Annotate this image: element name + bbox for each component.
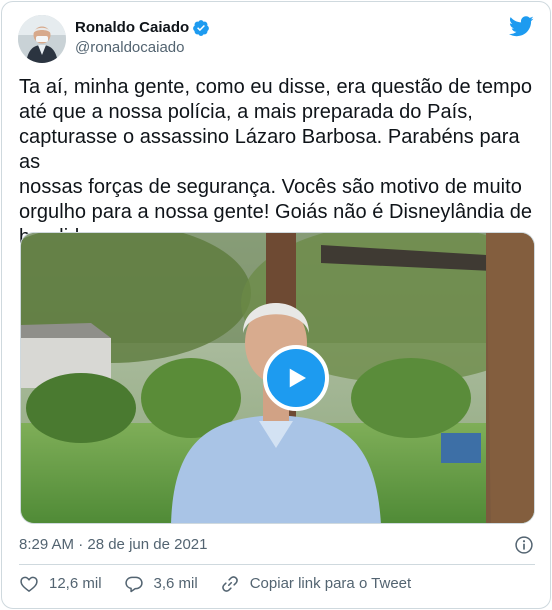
display-name[interactable]: Ronaldo Caiado — [75, 18, 189, 38]
tweet-text: Ta aí, minha gente, como eu disse, era q… — [19, 76, 533, 248]
divider — [19, 564, 535, 565]
tweet-timestamp[interactable]: 8:29 AM · 28 de jun de 2021 — [19, 535, 207, 555]
user-names: Ronaldo Caiado @ronaldocaiado — [75, 18, 210, 58]
user-handle[interactable]: @ronaldocaiado — [75, 38, 210, 58]
reply-icon — [124, 576, 143, 593]
verified-badge-icon — [193, 20, 210, 36]
like-button[interactable]: 12,6 mil — [19, 573, 102, 595]
play-button[interactable] — [263, 345, 329, 411]
action-bar: 12,6 mil 3,6 mil Copiar link para o Twee… — [19, 573, 433, 595]
heart-icon — [20, 576, 38, 592]
info-icon[interactable] — [514, 535, 534, 555]
like-count: 12,6 mil — [49, 575, 102, 592]
reply-count: 3,6 mil — [153, 575, 198, 592]
twitter-bird-icon[interactable] — [509, 16, 534, 37]
copy-link-label: Copiar link para o Tweet — [249, 575, 412, 592]
play-icon — [289, 368, 306, 388]
tweet-header: Ronaldo Caiado @ronaldocaiado — [18, 15, 210, 63]
link-icon — [221, 576, 238, 592]
display-name-row[interactable]: Ronaldo Caiado — [75, 18, 210, 38]
tweet-card: Ronaldo Caiado @ronaldocaiado Ta aí, min… — [1, 1, 551, 609]
video-thumbnail[interactable] — [20, 232, 535, 524]
reply-button[interactable]: 3,6 mil — [124, 573, 198, 595]
copy-link-button[interactable]: Copiar link para o Tweet — [220, 573, 411, 595]
avatar[interactable] — [18, 15, 66, 63]
